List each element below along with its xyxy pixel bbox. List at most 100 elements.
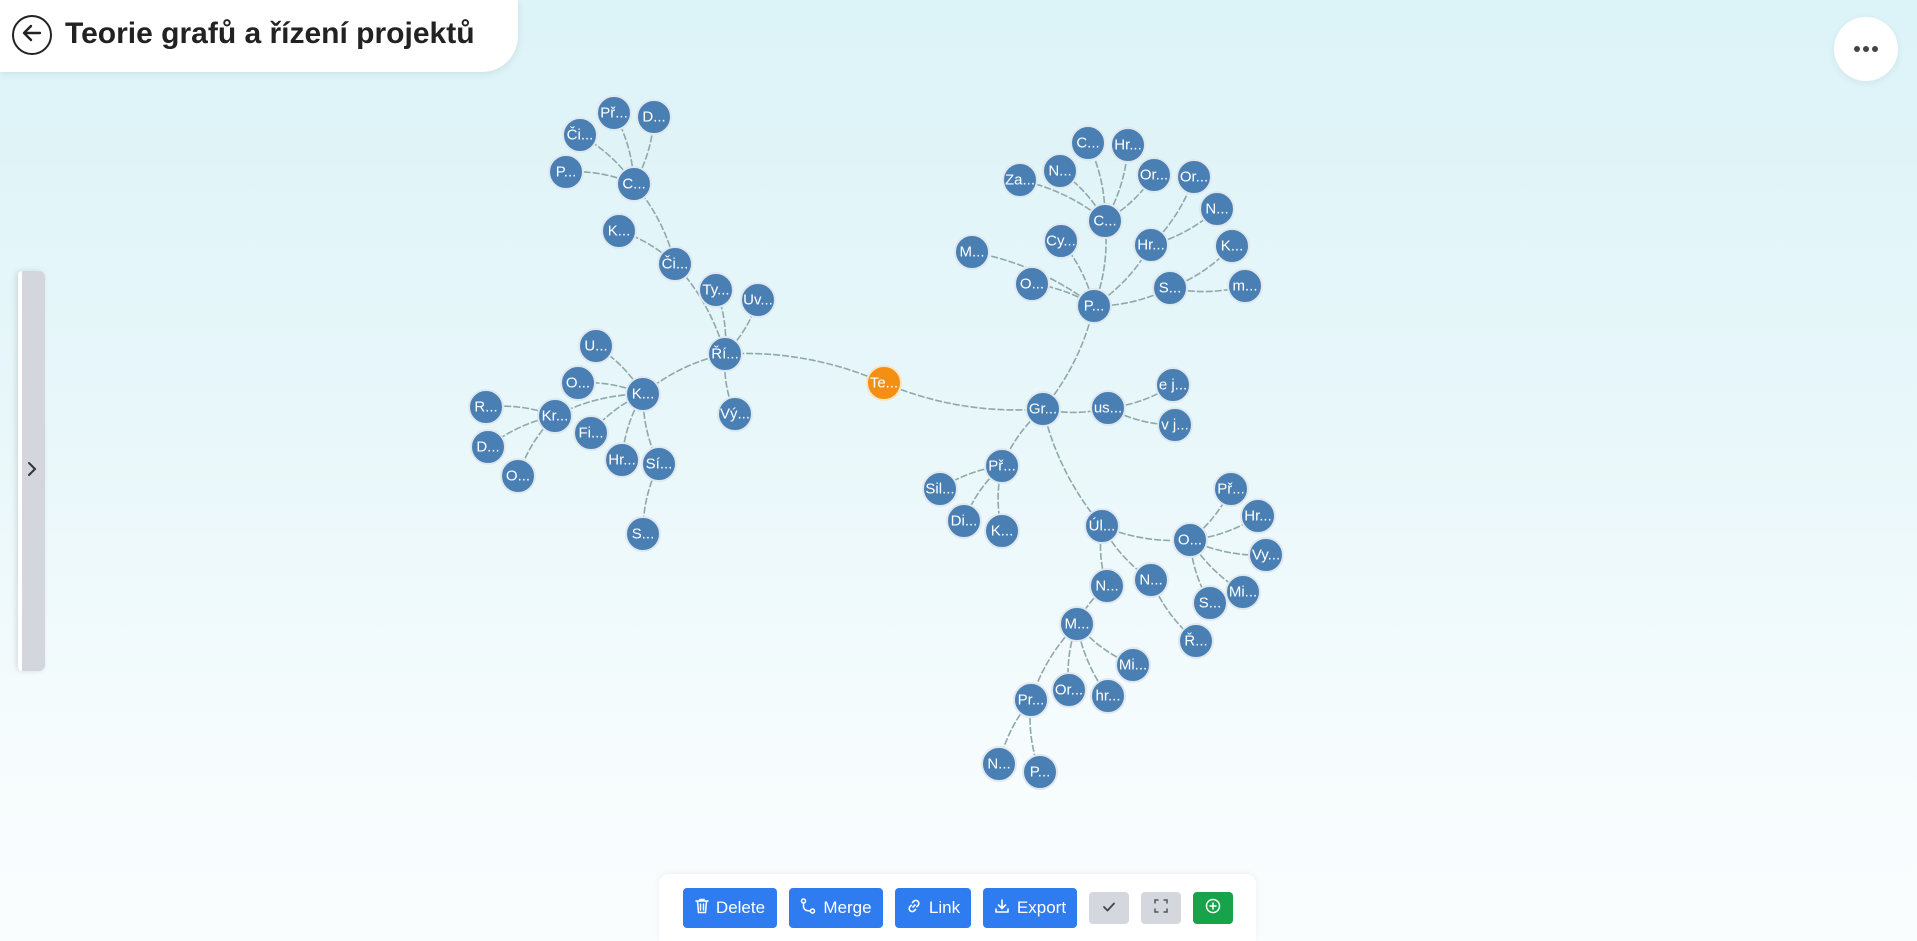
graph-node[interactable]: K...: [1214, 228, 1250, 264]
graph-node[interactable]: m...: [1227, 268, 1263, 304]
node-layer: Te... Ří... Gr... Ty... Uv... Vý... K... Či... K…: [468, 95, 1284, 790]
graph-node[interactable]: Ří...: [707, 336, 743, 372]
trash-icon: [695, 898, 709, 919]
node-label: Uv...: [743, 292, 773, 309]
link-button[interactable]: Link: [895, 888, 971, 928]
graph-node[interactable]: Př...: [596, 95, 632, 131]
graph-node[interactable]: S...: [1192, 585, 1228, 621]
graph-node[interactable]: N...: [981, 746, 1017, 782]
node-label: Př...: [1217, 481, 1245, 498]
delete-button[interactable]: Delete: [683, 888, 777, 928]
graph-node[interactable]: Ty...: [698, 272, 734, 308]
export-button[interactable]: Export: [983, 888, 1077, 928]
back-button[interactable]: [12, 15, 52, 55]
graph-node[interactable]: C...: [616, 166, 652, 202]
graph-node[interactable]: Hr...: [604, 442, 640, 478]
node-label: C...: [622, 176, 645, 193]
node-label: D...: [476, 439, 499, 456]
graph-node[interactable]: Or...: [1176, 159, 1212, 195]
node-label: hr...: [1095, 688, 1120, 705]
merge-label: Merge: [823, 898, 872, 917]
graph-node[interactable]: S...: [625, 516, 661, 552]
graph-node[interactable]: Či...: [657, 246, 693, 282]
graph-node[interactable]: v j...: [1157, 407, 1193, 443]
node-label: Př...: [600, 105, 628, 122]
graph-node[interactable]: M...: [1059, 606, 1095, 642]
graph-node[interactable]: C...: [1070, 125, 1106, 161]
node-label: Př...: [988, 458, 1016, 475]
graph-node[interactable]: Uv...: [740, 282, 776, 318]
graph-node[interactable]: Pr...: [1013, 682, 1049, 718]
graph-node[interactable]: Vy...: [1248, 537, 1284, 573]
graph-node[interactable]: N...: [1133, 562, 1169, 598]
graph-node[interactable]: Či...: [562, 117, 598, 153]
merge-button[interactable]: Merge: [789, 888, 883, 928]
graph-node[interactable]: R...: [468, 389, 504, 425]
graph-node[interactable]: D...: [636, 99, 672, 135]
node-label: C...: [1076, 135, 1099, 152]
graph-node[interactable]: Hr...: [1110, 127, 1146, 163]
graph-node[interactable]: U...: [578, 328, 614, 364]
graph-node[interactable]: P...: [1022, 754, 1058, 790]
graph-node[interactable]: N...: [1089, 568, 1125, 604]
graph-canvas[interactable]: Te... Ří... Gr... Ty... Uv... Vý... K... Či... K…: [0, 0, 1917, 941]
graph-node[interactable]: hr...: [1090, 678, 1126, 714]
graph-node[interactable]: K...: [625, 376, 661, 412]
graph-node[interactable]: P...: [1076, 288, 1112, 324]
graph-node[interactable]: Vý...: [717, 396, 753, 432]
graph-node[interactable]: O...: [1014, 266, 1050, 302]
confirm-button[interactable]: [1089, 892, 1129, 924]
graph-node[interactable]: Cy...: [1043, 223, 1079, 259]
graph-node[interactable]: Hr...: [1240, 498, 1276, 534]
page-title: Teorie grafů a řízení projektů: [65, 17, 475, 50]
node-label: N...: [1205, 201, 1228, 218]
graph-node[interactable]: P...: [548, 154, 584, 190]
graph-node[interactable]: O...: [1172, 522, 1208, 558]
graph-node[interactable]: N...: [1042, 153, 1078, 189]
graph-node[interactable]: Sí...: [641, 446, 677, 482]
node-label: Sil...: [925, 481, 954, 498]
graph-node[interactable]: D...: [470, 429, 506, 465]
fullscreen-button[interactable]: [1141, 892, 1181, 924]
title-card: Teorie grafů a řízení projektů: [0, 0, 518, 72]
graph-node[interactable]: N...: [1199, 191, 1235, 227]
graph-node[interactable]: e j...: [1155, 367, 1191, 403]
graph-node[interactable]: Př...: [984, 448, 1020, 484]
node-label: Hr...: [1114, 137, 1142, 154]
graph-node[interactable]: us...: [1090, 390, 1126, 426]
graph-node[interactable]: K...: [984, 513, 1020, 549]
graph-node[interactable]: Sil...: [922, 471, 958, 507]
graph-node[interactable]: Mi...: [1225, 574, 1261, 610]
sidebar-toggle[interactable]: [18, 271, 45, 671]
node-label: O...: [566, 375, 590, 392]
node-label: N...: [1095, 578, 1118, 595]
more-options-button[interactable]: [1834, 17, 1898, 81]
graph-node[interactable]: Ř...: [1178, 623, 1214, 659]
graph-node[interactable]: Fi...: [573, 415, 609, 451]
node-label: P...: [1084, 298, 1105, 315]
node-label: O...: [1020, 276, 1044, 293]
graph-node[interactable]: Di...: [946, 503, 982, 539]
graph-node[interactable]: Mi...: [1115, 647, 1151, 683]
add-node-button[interactable]: [1193, 892, 1233, 924]
graph-node[interactable]: S...: [1152, 270, 1188, 306]
graph-node[interactable]: Za...: [1002, 162, 1038, 198]
graph-node[interactable]: Or...: [1051, 672, 1087, 708]
graph-node[interactable]: O...: [560, 365, 596, 401]
node-label: Vý...: [720, 406, 750, 423]
node-label: R...: [474, 399, 497, 416]
graph-node-root[interactable]: Te...: [866, 365, 902, 401]
node-label: O...: [1178, 532, 1202, 549]
graph-node[interactable]: Or...: [1136, 157, 1172, 193]
graph-node[interactable]: K...: [601, 213, 637, 249]
graph-node[interactable]: Úl...: [1084, 508, 1120, 544]
graph-node[interactable]: Hr...: [1133, 227, 1169, 263]
node-label: O...: [506, 468, 530, 485]
graph-node[interactable]: Gr...: [1025, 391, 1061, 427]
graph-node[interactable]: O...: [500, 458, 536, 494]
graph-node[interactable]: C...: [1087, 203, 1123, 239]
graph-node[interactable]: M...: [954, 234, 990, 270]
graph-node[interactable]: Kr...: [537, 398, 573, 434]
node-label: K...: [632, 386, 655, 403]
graph-node[interactable]: Př...: [1213, 471, 1249, 507]
